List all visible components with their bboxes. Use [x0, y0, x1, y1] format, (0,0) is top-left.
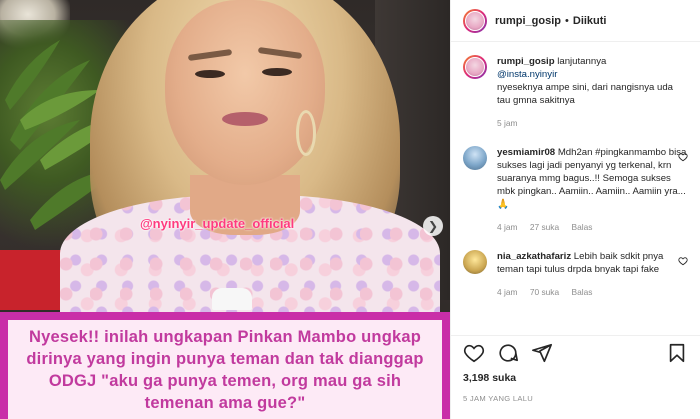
like-count[interactable]: 3,198 suka: [463, 372, 516, 384]
avatar[interactable]: [463, 55, 487, 79]
avatar[interactable]: [463, 250, 487, 274]
post-sidebar: rumpi_gosip • Diikuti rumpi_gosip lanjut…: [450, 0, 700, 419]
comment-body: nia_azkathafariz Lebih baik sdkit pnya t…: [497, 250, 687, 299]
avatar[interactable]: [463, 8, 487, 33]
heart-icon[interactable]: [678, 256, 688, 266]
comment-username[interactable]: rumpi_gosip: [497, 56, 555, 67]
follow-status-button[interactable]: Diikuti: [573, 15, 607, 27]
avatar[interactable]: [463, 146, 487, 170]
watermark-text: @nyinyir_update_official: [140, 216, 295, 231]
separator-dot: •: [565, 14, 569, 27]
comment-icon[interactable]: [497, 342, 519, 364]
heart-icon[interactable]: [678, 152, 688, 162]
comment-text: nyeseknya ampe sini, dari nangisnya uda …: [497, 82, 673, 106]
comment-body: rumpi_gosip lanjutannya @insta.nyinyir n…: [497, 55, 687, 130]
comment-meta: 5 jam: [497, 117, 687, 130]
person-face: [165, 0, 325, 185]
microphone: [212, 288, 252, 310]
list-item: rumpi_gosip lanjutannya @insta.nyinyir n…: [463, 55, 688, 130]
comment-time: 4 jam: [497, 222, 518, 232]
comment-likes[interactable]: 27 suka: [530, 222, 559, 232]
action-bar: [451, 335, 700, 365]
share-icon[interactable]: [531, 342, 553, 364]
heart-icon[interactable]: [463, 342, 485, 364]
comment-time: 5 jam: [497, 118, 518, 128]
reply-button[interactable]: Balas: [571, 222, 592, 232]
mouth: [222, 112, 268, 126]
hoop-earring: [296, 110, 316, 156]
eye: [262, 68, 292, 76]
list-item: nia_azkathafariz Lebih baik sdkit pnya t…: [463, 250, 688, 299]
comment-likes[interactable]: 70 suka: [530, 287, 559, 297]
post-timestamp: 5 JAM YANG LALU: [463, 394, 534, 403]
author-username[interactable]: rumpi_gosip: [495, 15, 561, 27]
instagram-post-view: @nyinyir_update_official ❯ Nyesek!! inil…: [0, 0, 700, 419]
post-media[interactable]: @nyinyir_update_official ❯ Nyesek!! inil…: [0, 0, 450, 419]
reply-button[interactable]: Balas: [571, 287, 592, 297]
comment-meta: 4 jam 27 suka Balas: [497, 221, 687, 234]
list-item: yesmiamir08 Mdh2an #pingkanmambo bisa su…: [463, 146, 688, 234]
eye: [195, 70, 225, 78]
comment-body: yesmiamir08 Mdh2an #pingkanmambo bisa su…: [497, 146, 687, 234]
comment-list[interactable]: rumpi_gosip lanjutannya @insta.nyinyir n…: [451, 43, 700, 329]
comment-meta: 4 jam 70 suka Balas: [497, 286, 687, 299]
comment-username[interactable]: yesmiamir08: [497, 147, 555, 158]
comment-time: 4 jam: [497, 287, 518, 297]
caption-box: Nyesek!! inilah ungkapan Pinkan Mambo un…: [8, 320, 442, 419]
comment-username[interactable]: nia_azkathafariz: [497, 251, 571, 262]
caption-banner: Nyesek!! inilah ungkapan Pinkan Mambo un…: [0, 312, 450, 419]
post-header: rumpi_gosip • Diikuti: [451, 0, 700, 42]
comment-text: lanjutannya: [557, 56, 607, 67]
mention-link[interactable]: @insta.nyinyir: [497, 69, 557, 80]
bookmark-icon[interactable]: [666, 342, 688, 364]
chevron-right-icon[interactable]: ❯: [423, 216, 443, 236]
caption-text: Nyesek!! inilah ungkapan Pinkan Mambo un…: [26, 328, 424, 412]
